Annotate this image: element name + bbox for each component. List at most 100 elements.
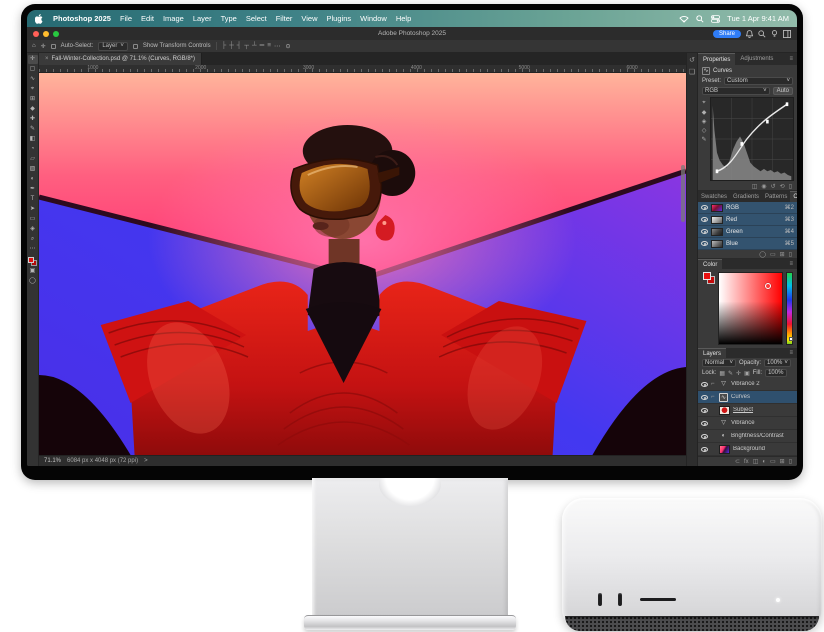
reset-adjustment-icon[interactable]: ↺	[771, 183, 776, 190]
comments-panel-icon[interactable]: ❏	[689, 68, 695, 76]
panel-tab[interactable]: Gradients	[730, 191, 762, 202]
align-icon[interactable]: ├	[222, 42, 227, 50]
layer-effects-icon[interactable]: fx	[744, 459, 749, 465]
lock-pixels-icon[interactable]: ✎	[728, 370, 733, 377]
visibility-eye-icon[interactable]	[701, 447, 708, 452]
visibility-eye-icon[interactable]	[701, 408, 708, 413]
align-icon[interactable]: ┤	[237, 42, 242, 50]
document-tab[interactable]: × Fall-Winter-Collection.psd @ 71.1% (Cu…	[39, 53, 202, 65]
layer-row[interactable]: Background	[698, 443, 797, 456]
shape-tool[interactable]: ▭	[28, 215, 38, 224]
delete-channel-icon[interactable]: ▯	[789, 251, 792, 258]
align-icon[interactable]: ┼	[229, 42, 234, 50]
share-button[interactable]: Share	[713, 30, 741, 38]
discover-icon[interactable]	[771, 30, 778, 38]
auto-select-dropdown[interactable]: Layer˅	[98, 42, 128, 51]
tab-layers[interactable]: Layers	[698, 348, 726, 358]
status-chevron-icon[interactable]: >	[144, 458, 148, 464]
object-selection-tool[interactable]: ⌖	[28, 85, 38, 94]
clone-stamp-tool[interactable]: ◧	[28, 135, 38, 144]
menu-item[interactable]: Help	[396, 14, 411, 23]
curves-graph[interactable]	[710, 97, 794, 181]
screen-mode-button[interactable]: ◯	[28, 277, 38, 286]
panel-menu-icon[interactable]: ≡	[789, 348, 797, 358]
new-group-icon[interactable]: ▭	[770, 458, 776, 465]
panel-menu-icon[interactable]: ≡	[789, 259, 797, 269]
lock-transparency-icon[interactable]: ▦	[719, 370, 725, 377]
lock-all-icon[interactable]: ▣	[744, 370, 750, 377]
hue-slider[interactable]	[786, 272, 793, 345]
delete-layer-icon[interactable]: ▯	[789, 458, 792, 465]
visibility-eye-icon[interactable]	[701, 241, 708, 246]
edit-curve-icon[interactable]: ✎	[701, 136, 706, 143]
panel-tab[interactable]: Patterns	[762, 191, 790, 202]
channel-row[interactable]: RGB ⌘2	[698, 202, 797, 214]
align-icon[interactable]: ┬	[244, 42, 249, 50]
new-adjustment-layer-icon[interactable]: ◐	[762, 459, 766, 465]
move-tool[interactable]: ✛	[28, 55, 38, 64]
color-picker-ring[interactable]	[765, 283, 771, 289]
visibility-eye-icon[interactable]	[701, 382, 708, 387]
document-canvas[interactable]	[39, 73, 686, 455]
layer-row[interactable]: ⌐ ∿ Curves	[698, 391, 797, 404]
menu-item[interactable]: Layer	[193, 14, 212, 23]
load-selection-icon[interactable]: ◯	[759, 251, 766, 258]
link-layers-icon[interactable]: ⊂	[735, 458, 740, 465]
foreground-color-swatch[interactable]	[703, 272, 711, 280]
panel-tab[interactable]: Adjustments	[735, 53, 778, 65]
workspace-options-icon[interactable]: ⊙	[286, 43, 291, 50]
app-search-icon[interactable]	[758, 30, 766, 38]
vertical-scrollbar[interactable]	[681, 165, 685, 222]
fill-dropdown[interactable]: 100%	[765, 369, 787, 377]
brush-tool[interactable]: ✎	[28, 125, 38, 134]
curves-channel-dropdown[interactable]: RGB˅	[702, 87, 770, 95]
align-icon[interactable]: ≡	[267, 42, 271, 50]
eraser-tool[interactable]: ▱	[28, 155, 38, 164]
menu-item[interactable]: Edit	[141, 14, 154, 23]
menu-bar-clock[interactable]: Tue 1 Apr 9:41 AM	[727, 14, 789, 23]
menu-item[interactable]: View	[301, 14, 317, 23]
panel-menu-icon[interactable]: ≡	[789, 53, 797, 65]
black-point-eyedropper-icon[interactable]: ◆	[702, 109, 707, 116]
edit-toolbar-button[interactable]: ⋯	[28, 245, 38, 254]
zoom-tool[interactable]: ⌕	[28, 235, 38, 244]
menu-item[interactable]: File	[120, 14, 132, 23]
search-icon[interactable]	[696, 15, 704, 23]
previous-state-icon[interactable]: ⟲	[780, 183, 785, 190]
tab-color[interactable]: Color	[698, 259, 722, 269]
visibility-eye-icon[interactable]	[701, 229, 708, 234]
minimize-window-button[interactable]	[43, 31, 49, 37]
marquee-tool[interactable]: ▢	[28, 65, 38, 74]
auto-button[interactable]: Auto	[773, 87, 793, 95]
clip-adjustment-icon[interactable]: ◫	[752, 183, 758, 190]
menu-item[interactable]: Window	[360, 14, 387, 23]
blend-mode-dropdown[interactable]: Normal˅	[702, 359, 736, 367]
color-swatches[interactable]	[28, 257, 37, 266]
auto-select-checkbox[interactable]	[51, 44, 56, 49]
menu-item[interactable]: Filter	[276, 14, 293, 23]
control-center-icon[interactable]	[711, 15, 720, 23]
quick-mask-button[interactable]: ▣	[28, 267, 38, 276]
visibility-eye-icon[interactable]	[701, 434, 708, 439]
align-icon[interactable]: ═	[260, 42, 265, 50]
close-window-button[interactable]	[33, 31, 39, 37]
panel-tab[interactable]: Channels	[790, 191, 797, 202]
healing-brush-tool[interactable]: ✚	[28, 115, 38, 124]
delete-adjustment-icon[interactable]: ▯	[789, 183, 792, 190]
align-icon[interactable]: ┴	[252, 42, 257, 50]
workspace-icon[interactable]	[783, 30, 791, 38]
white-point-eyedropper-icon[interactable]: ◇	[702, 127, 707, 134]
visibility-eye-icon[interactable]	[701, 421, 708, 426]
visibility-eye-icon[interactable]	[701, 217, 708, 222]
layer-row[interactable]: Subject	[698, 404, 797, 417]
menu-item[interactable]: Image	[163, 14, 184, 23]
visibility-eye-icon[interactable]	[701, 395, 708, 400]
menu-item[interactable]: Select	[246, 14, 267, 23]
layer-row[interactable]: ▽ Vibrance	[698, 417, 797, 430]
add-layer-mask-icon[interactable]: ◫	[753, 458, 759, 465]
crop-tool[interactable]: ⊞	[28, 95, 38, 104]
history-brush-tool[interactable]: ◔	[28, 145, 38, 154]
transform-controls-checkbox[interactable]	[133, 44, 138, 49]
foreground-color-swatch[interactable]	[28, 257, 34, 263]
zoom-window-button[interactable]	[53, 31, 59, 37]
